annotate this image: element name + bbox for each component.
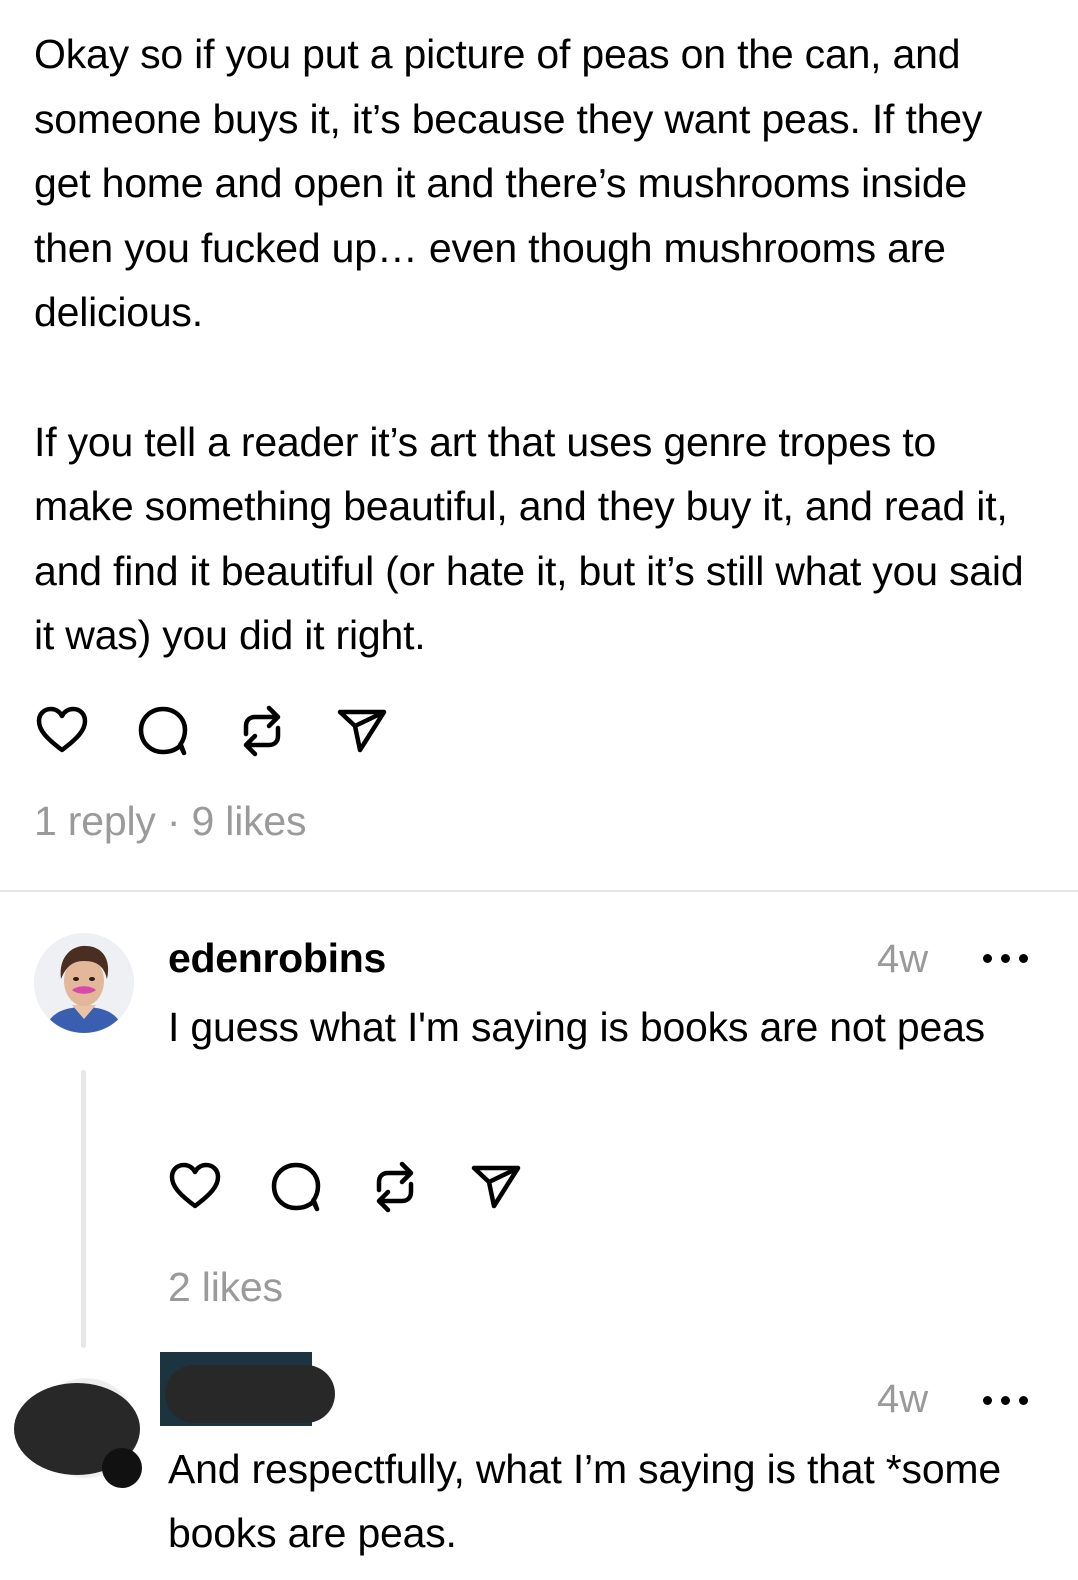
follow-badge[interactable] — [102, 1448, 142, 1488]
comment-icon[interactable] — [137, 705, 189, 762]
post-stats: 1 reply · 9 likes — [34, 798, 307, 844]
redaction — [165, 1365, 335, 1423]
comment-icon[interactable] — [270, 1161, 322, 1218]
reply-stats: 2 likes — [168, 1264, 283, 1310]
heart-icon[interactable] — [36, 706, 88, 759]
thread-line — [81, 1070, 86, 1348]
reply-time: 4w — [877, 1377, 929, 1421]
more-icon[interactable] — [983, 954, 1028, 963]
more-icon[interactable] — [983, 1396, 1028, 1405]
repost-icon[interactable] — [238, 702, 286, 765]
post-paragraph: Okay so if you put a picture of peas on … — [34, 31, 983, 335]
reply-username[interactable]: edenrobins — [168, 935, 386, 982]
divider — [0, 890, 1078, 892]
reply-text: I guess what I'm saying is books are not… — [168, 1004, 985, 1050]
post-body: Okay so if you put a picture of peas on … — [34, 22, 1044, 668]
heart-icon[interactable] — [169, 1162, 221, 1215]
post-paragraph: If you tell a reader it’s art that uses … — [34, 418, 1024, 659]
share-icon[interactable] — [470, 1164, 522, 1215]
share-icon[interactable] — [336, 708, 388, 759]
repost-icon[interactable] — [371, 1158, 419, 1221]
avatar[interactable] — [34, 933, 134, 1033]
reply-time: 4w — [877, 937, 929, 981]
reply-text: And respectfully, what I’m saying is tha… — [168, 1446, 1001, 1556]
